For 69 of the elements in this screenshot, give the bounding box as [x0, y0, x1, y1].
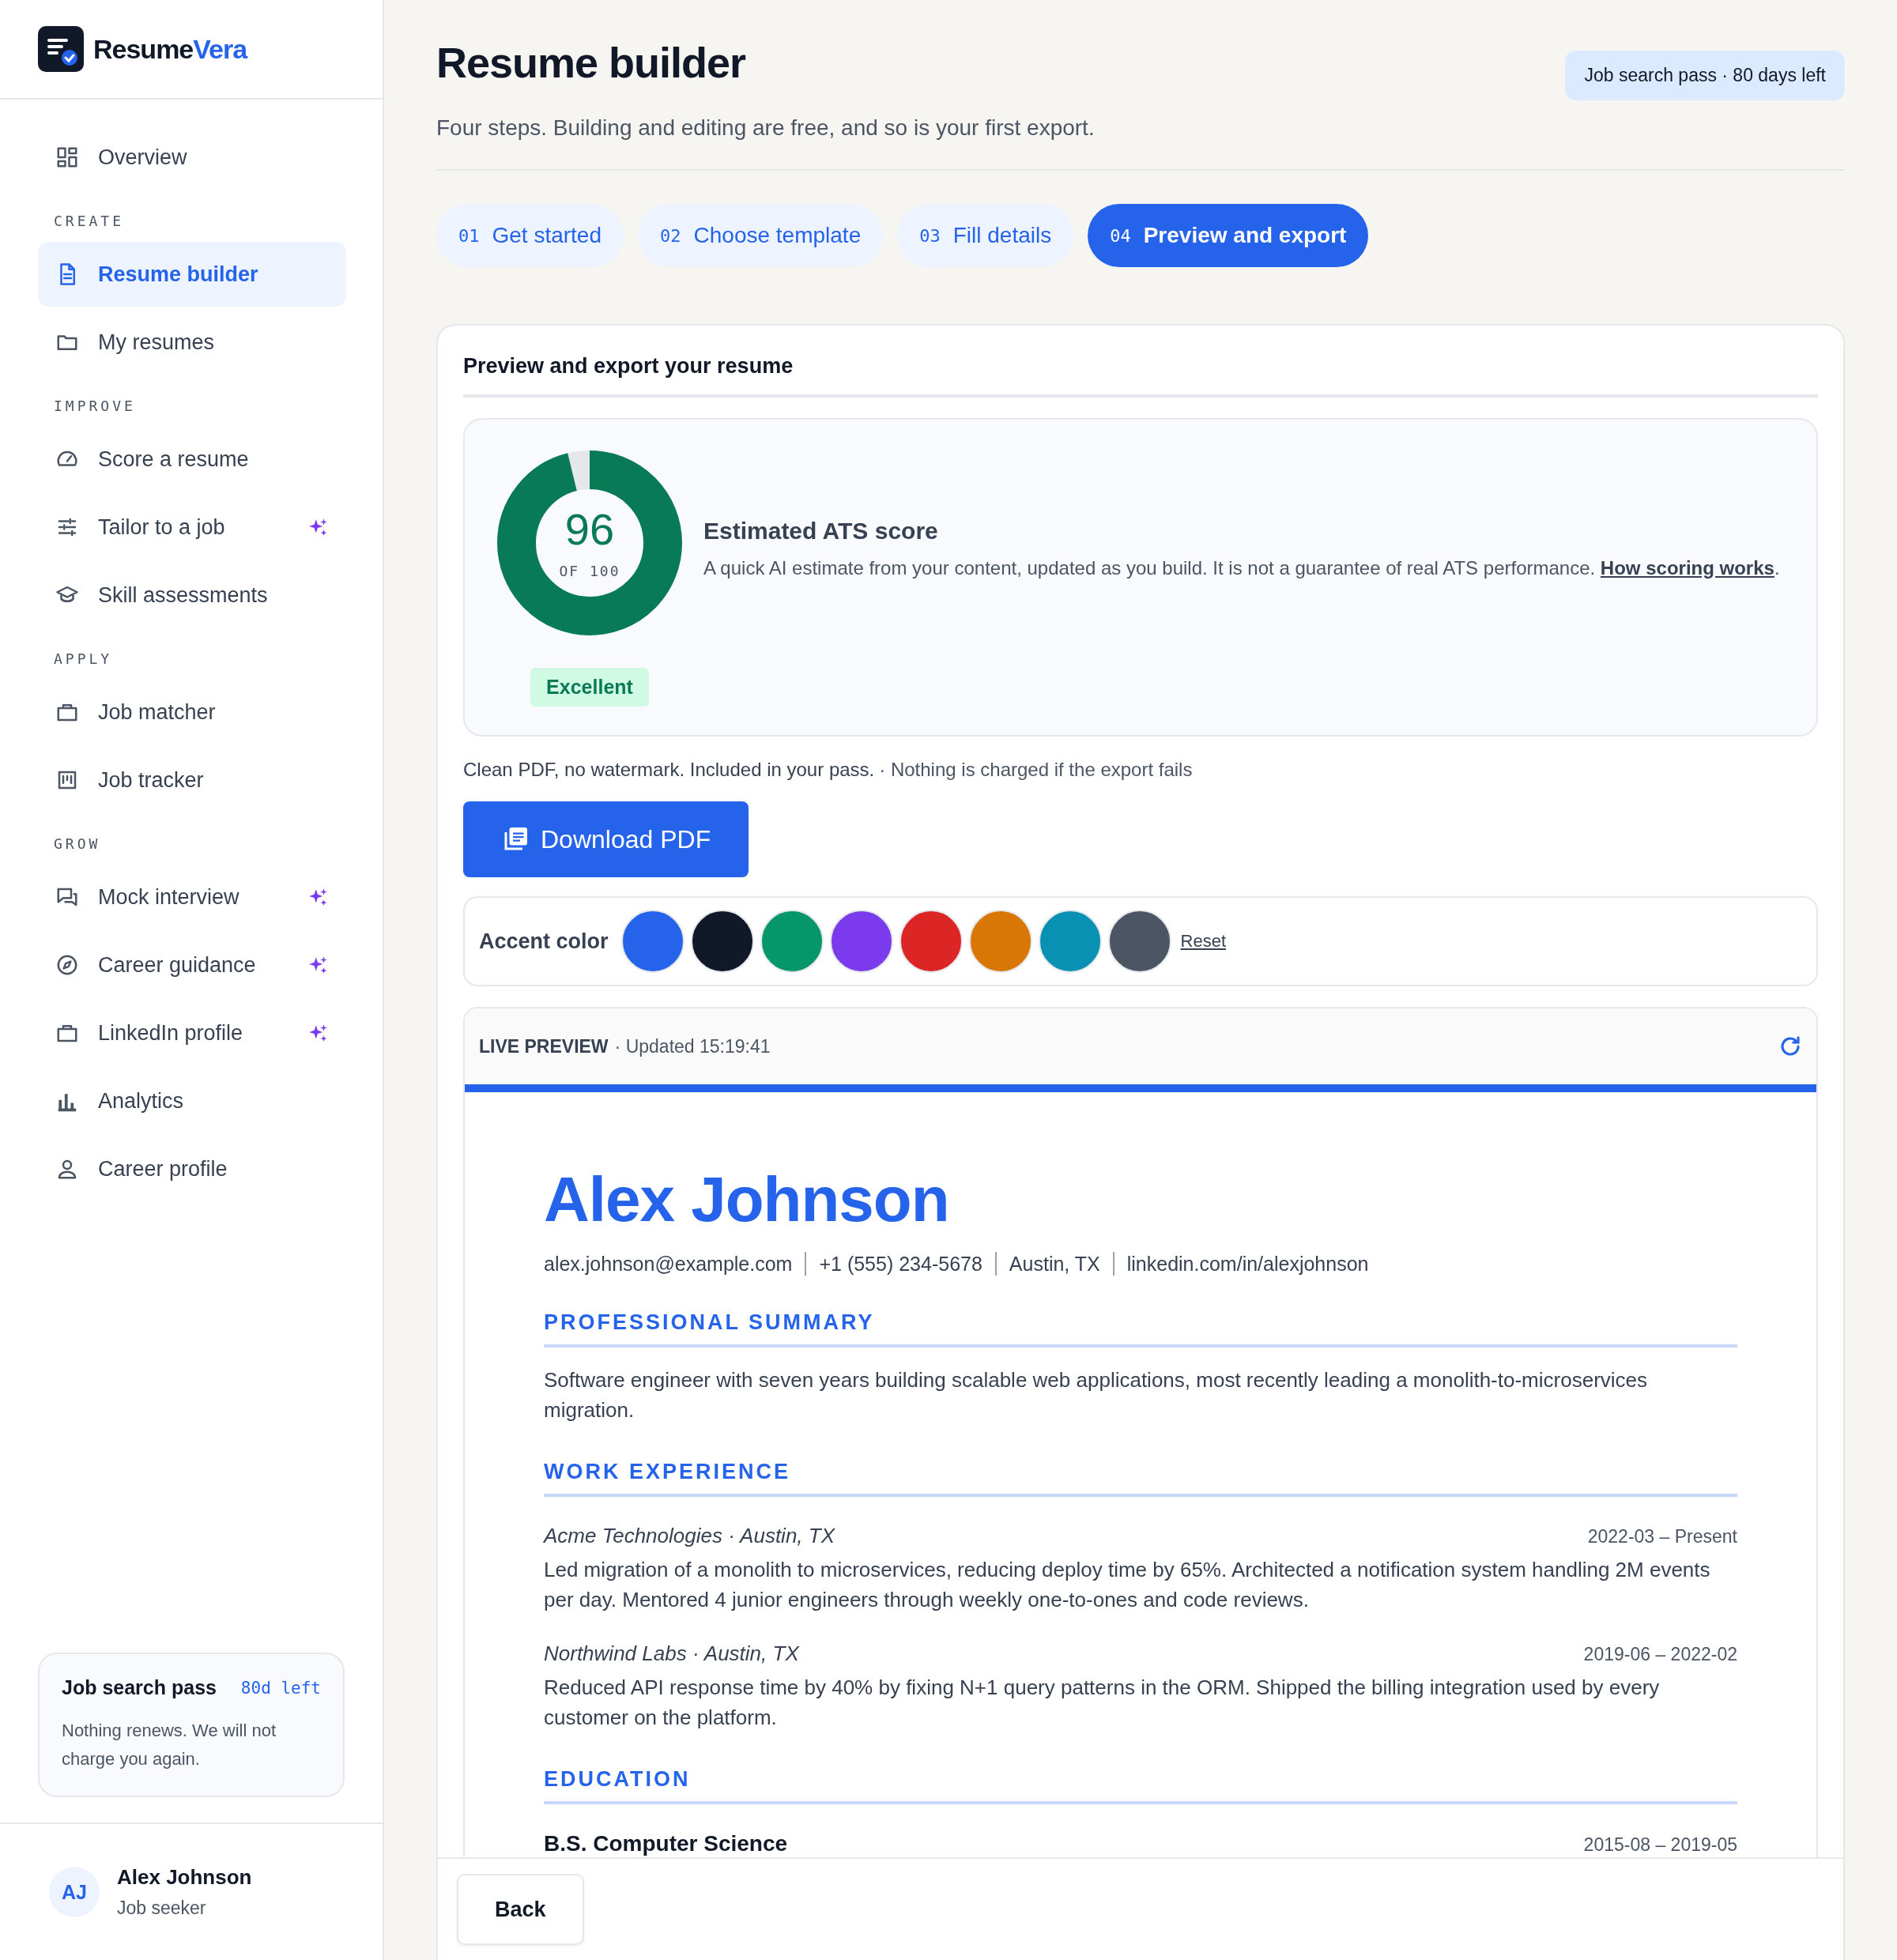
job-description: Led migration of a monolith to microservices, reducing deploy time by 65%. Architected a notification system handling 2M events per day. Mentored 4 junior engineers through weekly one-to-ones and code reviews.	[544, 1557, 1711, 1613]
pass-note: Nothing renews. We will not charge you again.	[62, 1720, 277, 1770]
step-tab[interactable]: 02 Choose template	[638, 204, 884, 267]
download-button[interactable]: Download PDF	[463, 801, 749, 877]
section-label: IMPROVE	[53, 397, 137, 416]
section-heading: EDUCATION	[544, 1767, 1737, 1804]
section-heading: PROFESSIONAL SUMMARY	[544, 1310, 1737, 1348]
grid-icon	[55, 145, 79, 169]
logo-icon	[38, 26, 84, 72]
export-note: Clean PDF, no watermark. Included in your pass.	[463, 759, 875, 780]
nav-item[interactable]: Overview	[38, 125, 346, 190]
section-heading: WORK EXPERIENCE	[544, 1460, 1737, 1497]
score-track	[567, 450, 590, 492]
nav-item[interactable]: Career guidance	[38, 933, 346, 997]
nav-item[interactable]: Mock interview	[38, 865, 346, 929]
nav-item[interactable]: LinkedIn profile	[38, 1001, 346, 1065]
nav-item[interactable]: Skill assessments	[38, 563, 346, 628]
updated-time: · Updated 15:19:41	[614, 1035, 771, 1057]
resume-name: Alex Johnson	[544, 1163, 950, 1236]
panel-title: Preview and export your resume	[463, 354, 1818, 398]
pass-title: Job search pass	[62, 1676, 217, 1699]
section-label: GROW	[53, 835, 102, 854]
refresh-icon	[1778, 1035, 1802, 1058]
brand-name: ResumeVera	[93, 33, 247, 65]
contact-item: Austin, TX	[1009, 1252, 1100, 1276]
days-left: 80d left	[240, 1678, 321, 1698]
nav-item[interactable]: Analytics	[38, 1069, 346, 1133]
step-tab[interactable]: 04 Preview and export	[1088, 204, 1369, 267]
section-label: APPLY	[53, 650, 114, 669]
job-title: Acme Technologies · Austin, TX	[544, 1524, 835, 1548]
nav-item[interactable]: Resume builder	[38, 242, 346, 307]
user-role: Job seeker	[117, 1898, 207, 1919]
preview-label: LIVE PREVIEW	[479, 1035, 609, 1057]
reset-link[interactable]: Reset	[1180, 931, 1227, 952]
date-range: 2015-08 – 2019-05	[1583, 1834, 1737, 1856]
avatar: AJ	[49, 1867, 100, 1917]
degree: B.S. Computer Science	[544, 1831, 788, 1856]
nav-item[interactable]: Career profile	[38, 1136, 346, 1201]
step-tab[interactable]: 03 Fill details	[897, 204, 1074, 267]
export-guarantee: · Nothing is charged if the export fails	[879, 759, 1193, 780]
score-value: 96	[564, 507, 616, 552]
job-title: Northwind Labs · Austin, TX	[544, 1642, 799, 1666]
contact-item: alex.johnson@example.com	[544, 1252, 793, 1276]
nav-item[interactable]: Score a resume	[38, 427, 346, 492]
nav-item[interactable]: Tailor to a job	[38, 495, 346, 560]
nav-item[interactable]: My resumes	[38, 310, 346, 375]
job-description: Reduced API response time by 40% by fixing N+1 query patterns in the ORM. Shipped the billing integration used by every customer on the platform.	[544, 1675, 1661, 1731]
rating-badge: Excellent	[530, 668, 649, 707]
nav-item[interactable]: Job tracker	[38, 748, 346, 812]
pass-badge: Job search pass · 80 days left	[1565, 51, 1845, 100]
nav-item[interactable]: Job matcher	[38, 680, 346, 744]
score-description: A quick AI estimate from your content, updated as you build. It is not a guarantee of real ATS performance. How scoring works.	[703, 556, 1781, 580]
step-tab[interactable]: 01 Get started	[436, 204, 624, 267]
how-scoring-link[interactable]: How scoring works	[1600, 556, 1774, 579]
page-title: Resume builder	[436, 38, 747, 87]
score-heading: Estimated ATS score	[703, 517, 939, 545]
user-name: Alex Johnson	[117, 1865, 252, 1890]
date-range: 2022-03 – Present	[1587, 1526, 1737, 1547]
compass-icon	[55, 953, 79, 977]
date-range: 2019-06 – 2022-02	[1583, 1644, 1737, 1665]
score-scale: OF 100	[559, 562, 620, 579]
contact-item: +1 (555) 234-5678	[819, 1252, 982, 1276]
refresh-button[interactable]	[1778, 1035, 1802, 1058]
accent-label: Accent color	[479, 929, 609, 954]
back-button[interactable]: Back	[457, 1874, 584, 1945]
page-subtitle: Four steps. Building and editing are free, and so is your first export.	[436, 115, 1095, 141]
summary-text: Software engineer with seven years building scalable web applications, most recently leading a monolith-to-microservices migration.	[544, 1367, 1649, 1423]
contact-item: linkedin.com/in/alexjohnson	[1126, 1252, 1369, 1276]
section-label: CREATE	[53, 212, 126, 231]
